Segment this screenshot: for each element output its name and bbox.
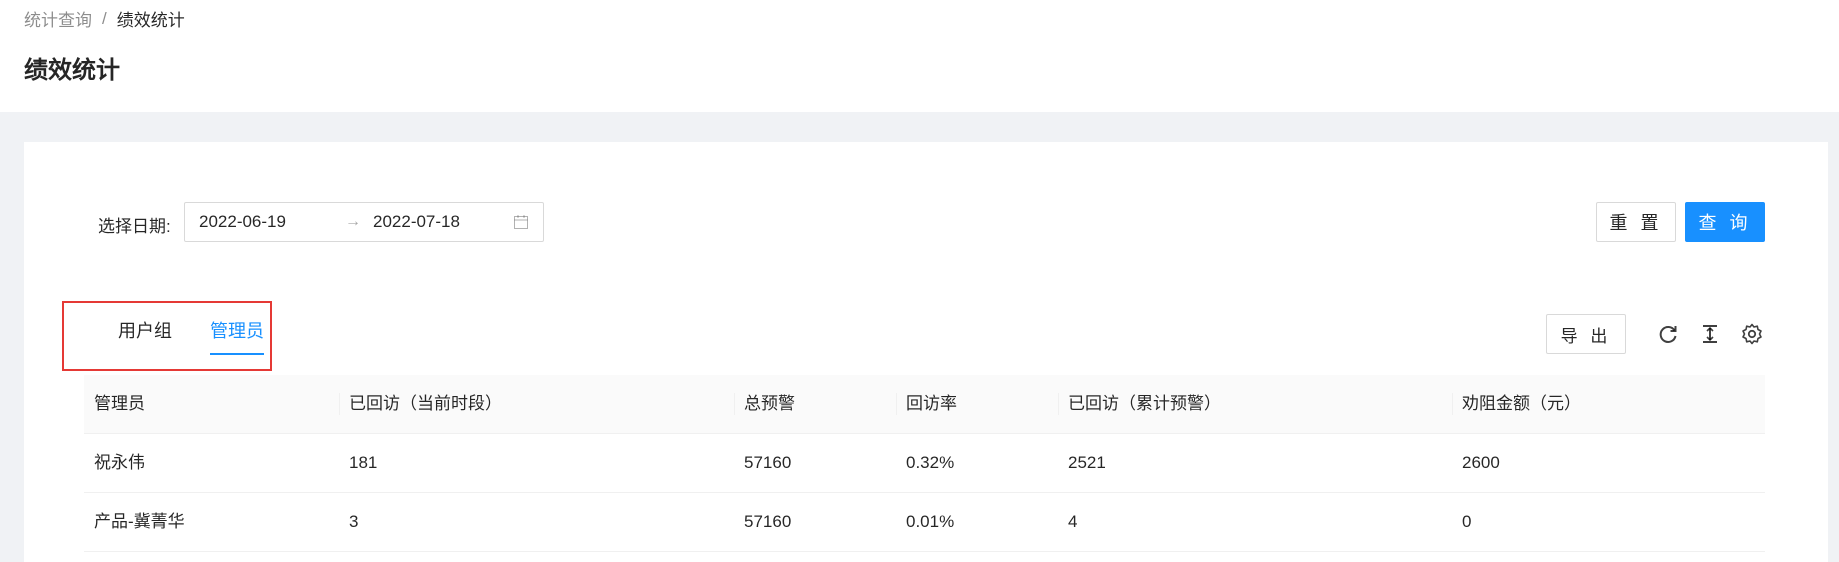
table-cell: 2600 — [1462, 453, 1500, 472]
table-cell: 0.32% — [906, 453, 955, 472]
date-range-picker[interactable]: 2022-06-19 → 2022-07-18 — [184, 202, 544, 242]
table-cell: 产品-冀菁华 — [94, 512, 185, 531]
export-button[interactable]: 导 出 — [1546, 314, 1626, 354]
start-date-input[interactable]: 2022-06-19 — [199, 212, 286, 232]
page-title: 绩效统计 — [24, 57, 120, 84]
table-cell: 2521 — [1068, 453, 1106, 472]
breadcrumb-parent[interactable]: 统计查询 — [24, 6, 92, 31]
column-header-total-alerts: 总预警 — [734, 375, 896, 433]
calendar-icon — [514, 215, 528, 229]
breadcrumb-separator: / — [102, 8, 107, 28]
table-row: 祝永伟 181 57160 0.32% 2521 2600 — [84, 434, 1765, 493]
column-height-icon[interactable] — [1698, 322, 1722, 346]
query-button[interactable]: 查 询 — [1685, 202, 1765, 242]
column-header-admin: 管理员 — [94, 394, 145, 413]
end-date-input[interactable]: 2022-07-18 — [373, 212, 460, 232]
reset-button[interactable]: 重 置 — [1596, 202, 1676, 242]
date-filter-label: 选择日期: — [98, 217, 171, 236]
setting-icon[interactable] — [1740, 322, 1764, 346]
table-header-row: 管理员 已回访（当前时段） 总预警 回访率 已回访（累计预警） 劝阻金额（元） — [84, 375, 1765, 434]
range-separator-icon: → — [345, 213, 361, 230]
column-header-visited-cumulative: 已回访（累计预警） — [1058, 375, 1452, 433]
column-header-visited-current: 已回访（当前时段） — [339, 375, 734, 433]
column-header-dissuaded-amount: 劝阻金额（元） — [1452, 375, 1765, 433]
table-cell: 57160 — [744, 512, 792, 531]
table-cell: 181 — [349, 453, 378, 472]
content-card: 选择日期: 2022-06-19 → 2022-07-18 重 置 查 询 用户… — [24, 142, 1828, 562]
table-cell: 0 — [1462, 512, 1472, 531]
column-header-visit-rate: 回访率 — [896, 375, 1058, 433]
reload-icon[interactable] — [1656, 322, 1680, 346]
table-cell: 3 — [349, 512, 359, 531]
table-cell: 4 — [1068, 512, 1078, 531]
table-cell: 祝永伟 — [94, 453, 145, 472]
table-row: 产品-冀菁华 3 57160 0.01% 4 0 — [84, 493, 1765, 552]
page-header: 统计查询 / 绩效统计 绩效统计 — [0, 0, 1839, 112]
breadcrumb: 统计查询 / 绩效统计 — [24, 6, 185, 31]
table-cell: 57160 — [744, 453, 792, 472]
highlight-annotation-box — [62, 301, 272, 371]
table-cell: 0.01% — [906, 512, 955, 531]
breadcrumb-current: 绩效统计 — [116, 11, 185, 30]
admin-stats-table: 管理员 已回访（当前时段） 总预警 回访率 已回访（累计预警） 劝阻金额（元） … — [84, 375, 1765, 552]
